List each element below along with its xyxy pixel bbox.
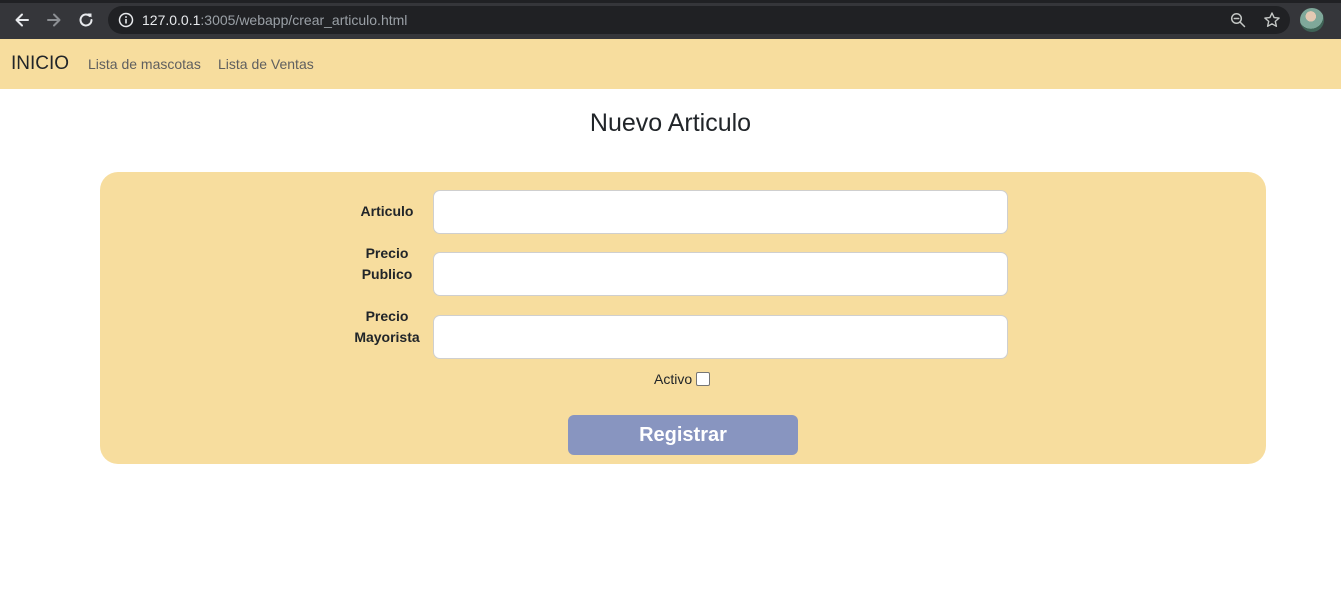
browser-toolbar: 127.0.0.1:3005/webapp/crear_articulo.htm… (0, 0, 1341, 39)
precio-mayorista-label-line1: Precio (365, 308, 409, 324)
zoom-icon[interactable] (1230, 12, 1246, 28)
forward-arrow-icon (47, 13, 61, 27)
address-bar[interactable]: 127.0.0.1:3005/webapp/crear_articulo.htm… (108, 6, 1290, 34)
reload-button[interactable] (75, 9, 97, 31)
url-path: :3005/webapp/crear_articulo.html (200, 12, 408, 28)
nav-link-mascotas[interactable]: Lista de mascotas (88, 56, 201, 72)
article-form: Articulo Precio Publico Precio Mayorista… (100, 172, 1266, 464)
brand-link[interactable]: INICIO (11, 54, 69, 74)
app-navbar: INICIO Lista de mascotas Lista de Ventas (0, 39, 1341, 89)
forward-button[interactable] (43, 9, 65, 31)
back-arrow-icon (15, 13, 29, 27)
precio-mayorista-label-line2: Mayorista (354, 329, 420, 345)
registrar-button[interactable]: Registrar (568, 415, 798, 455)
articulo-label: Articulo (347, 201, 427, 222)
tab-strip (0, 0, 1341, 3)
star-icon[interactable] (1263, 11, 1281, 29)
back-button[interactable] (11, 9, 33, 31)
activo-label: Activo (654, 371, 693, 387)
activo-checkbox[interactable] (696, 372, 711, 386)
articulo-label-text: Articulo (360, 203, 414, 219)
precio-mayorista-label: Precio Mayorista (347, 306, 427, 348)
precio-publico-label-line2: Publico (361, 266, 413, 282)
nav-link-ventas[interactable]: Lista de Ventas (218, 56, 314, 72)
reload-icon (79, 13, 93, 27)
precio-publico-label-line1: Precio (365, 245, 409, 261)
precio-publico-input[interactable] (433, 252, 1008, 296)
activo-group: Activo (654, 370, 711, 388)
page-title: Nuevo Articulo (589, 109, 752, 137)
profile-avatar[interactable] (1300, 8, 1324, 32)
articulo-input[interactable] (433, 190, 1008, 234)
url-text[interactable]: 127.0.0.1:3005/webapp/crear_articulo.htm… (142, 12, 407, 28)
info-icon[interactable] (118, 12, 134, 28)
url-host: 127.0.0.1 (142, 12, 201, 28)
precio-publico-label: Precio Publico (347, 243, 427, 285)
precio-mayorista-input[interactable] (433, 315, 1008, 359)
